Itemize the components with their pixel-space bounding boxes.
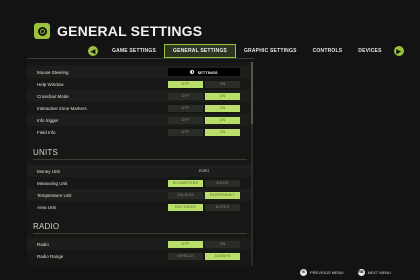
temperature-unit-celsius-option[interactable]: CELSIUS [168,191,203,199]
tab-previous-icon[interactable]: ◂ [88,46,98,56]
mouse-steering-settings-button[interactable]: SETTINGS [168,68,240,76]
money-unit-label: Money Unit [37,168,60,174]
row-mouse-steering: Mouse Steering SETTINGS [27,66,251,78]
row-radio: Radio OFF ON [27,238,251,250]
area-unit-hectares-option[interactable]: HECTARES [168,203,203,211]
next-menu-button[interactable]: RB NEXT MENU [357,268,392,276]
settings-panel: Mouse Steering SETTINGS Help Window OFF … [27,62,253,266]
previous-menu-label: PREVIOUS MENU [310,269,344,275]
row-info-trigger: Info trigger OFF ON [27,114,251,126]
footer-nav: B PREVIOUS MENU RB NEXT MENU [300,268,405,276]
money-unit-select[interactable]: EURO [168,169,240,173]
gear-icon [190,70,195,74]
row-money-unit: Money Unit EURO [27,165,251,177]
tab-general-settings[interactable]: GENERAL SETTINGS [164,44,236,58]
measuring-unit-kilometers-option[interactable]: KILOMETERS [168,179,203,187]
row-area-unit: Area Unit HECTARES ACRES [27,201,251,213]
help-window-toggle: OFF ON [168,80,240,88]
measuring-unit-toggle: KILOMETERS MILES [168,179,240,187]
radio-range-vehicle-option[interactable]: VEHICLE [168,252,203,260]
crosshair-mode-toggle: OFF ON [168,92,240,100]
b-button-icon: B [300,268,307,276]
interactive-zone-markers-toggle: OFF ON [168,104,240,112]
tab-graphic-settings[interactable]: GRAPHIC SETTINGS [236,44,305,58]
field-info-toggle: OFF ON [168,128,240,136]
game-logo-icon [34,23,50,39]
radio-range-always-option[interactable]: ALWAYS [205,252,240,260]
radio-label: Radio [37,241,49,247]
radio-off-option[interactable]: OFF [168,240,203,248]
crosshair-mode-label: Crosshair Mode [37,93,69,99]
info-trigger-on-option[interactable]: ON [205,116,240,124]
next-menu-label: NEXT MENU [367,269,392,275]
tab-divider [27,58,254,59]
row-field-info: Field Info OFF ON [27,126,251,138]
tab-game-settings[interactable]: GAME SETTINGS [104,44,164,58]
tab-next-icon[interactable]: ▸ [393,46,404,56]
radio-heading: RADIO [33,222,247,234]
row-radio-range: Radio Range VEHICLE ALWAYS [27,250,251,262]
rb-button-icon: RB [357,268,365,276]
tab-controls[interactable]: CONTROLS [305,44,351,58]
radio-toggle: OFF ON [168,240,240,248]
tab-devices[interactable]: DEVICES [350,44,389,58]
area-unit-toggle: HECTARES ACRES [168,203,240,211]
radio-range-label: Radio Range [37,253,64,259]
header: GENERAL SETTINGS [34,20,202,42]
scrollbar-thumb[interactable] [251,62,253,124]
units-heading: UNITS [33,148,247,160]
row-crosshair-mode: Crosshair Mode OFF ON [27,90,251,102]
interactive-zone-markers-label: Interactive Zone Markers [37,105,87,111]
row-interactive-zone-markers: Interactive Zone Markers OFF ON [27,102,251,114]
radio-range-toggle: VEHICLE ALWAYS [168,252,240,260]
help-window-label: Help Window [37,81,64,87]
mouse-steering-label: Mouse Steering [37,69,69,75]
field-info-on-option[interactable]: ON [205,128,240,136]
row-temperature-unit: Temperature Unit CELSIUS FAHRENHEIT [27,189,251,201]
field-info-off-option[interactable]: OFF [168,128,203,136]
interactive-zone-markers-on-option[interactable]: ON [205,104,240,112]
help-window-off-option[interactable]: OFF [168,80,203,88]
row-measuring-unit: Measuring Unit KILOMETERS MILES [27,177,251,189]
radio-on-option[interactable]: ON [205,240,240,248]
field-info-label: Field Info [37,129,56,135]
temperature-unit-label: Temperature Unit [37,192,72,198]
measuring-unit-label: Measuring Unit [37,180,68,186]
page-title: GENERAL SETTINGS [57,23,203,39]
previous-menu-button[interactable]: B PREVIOUS MENU [300,268,344,276]
area-unit-acres-option[interactable]: ACRES [205,203,240,211]
row-help-window: Help Window OFF ON [27,78,251,90]
info-trigger-off-option[interactable]: OFF [168,116,203,124]
interactive-zone-markers-off-option[interactable]: OFF [168,104,203,112]
info-trigger-toggle: OFF ON [168,116,240,124]
crosshair-mode-off-option[interactable]: OFF [168,92,203,100]
help-window-on-option[interactable]: ON [205,80,240,88]
area-unit-label: Area Unit [37,204,56,210]
temperature-unit-toggle: CELSIUS FAHRENHEIT [168,191,240,199]
info-trigger-label: Info trigger [37,117,59,123]
settings-tabs: ◂ GAME SETTINGS GENERAL SETTINGS GRAPHIC… [88,44,404,58]
temperature-unit-fahrenheit-option[interactable]: FAHRENHEIT [205,191,240,199]
crosshair-mode-on-option[interactable]: ON [205,92,240,100]
measuring-unit-miles-option[interactable]: MILES [205,179,240,187]
